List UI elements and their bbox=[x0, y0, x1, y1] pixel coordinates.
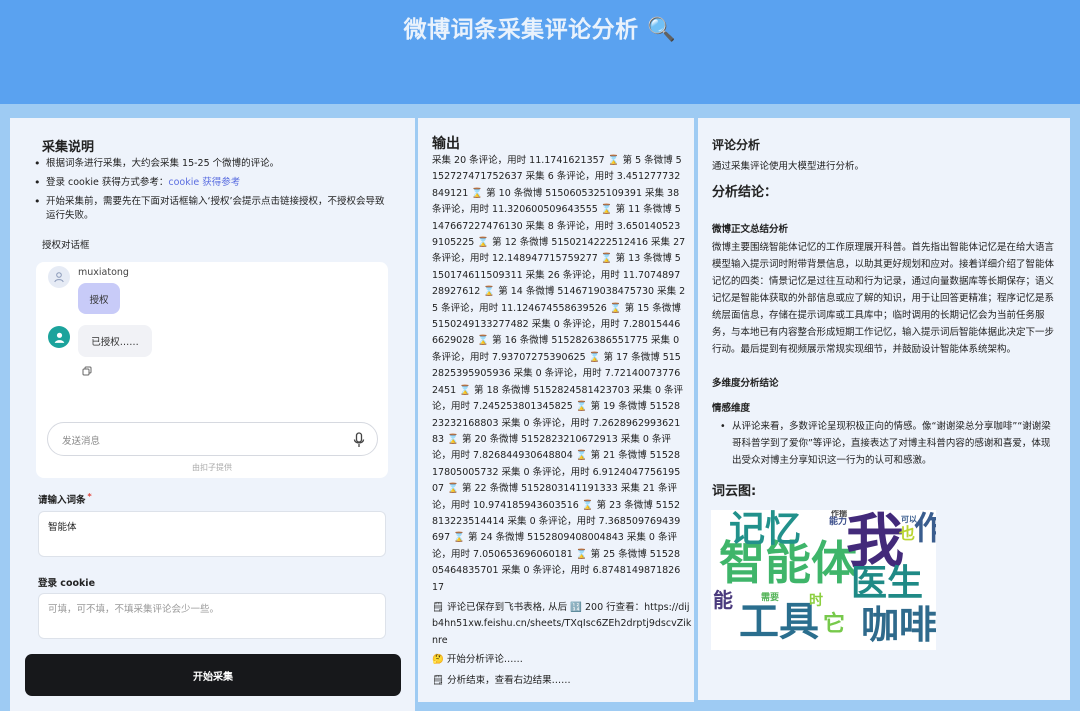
analyzing-line: 🤔 开始分析评论…… bbox=[432, 654, 523, 665]
header-bar: 微博词条采集评论分析 🔍 bbox=[0, 0, 1080, 104]
wordcloud-word: 可以 bbox=[901, 515, 917, 524]
powered-by-label: 由扣子提供 bbox=[192, 463, 232, 472]
cookie-label: 登录 cookie bbox=[38, 578, 96, 589]
wordcloud-word: 医生 bbox=[851, 563, 924, 604]
instruction-item: 根据词条进行采集，大约会采集 15-25 个微博的评论。 bbox=[32, 157, 392, 171]
required-mark: * bbox=[87, 492, 92, 501]
message-input[interactable]: 发送消息 bbox=[47, 422, 378, 456]
bot-avatar bbox=[48, 326, 70, 348]
cookie-help-link[interactable]: cookie 获得参考 bbox=[168, 177, 240, 188]
wordcloud-word: 咖啡 bbox=[861, 603, 936, 647]
wordcloud-word: 能 bbox=[713, 588, 733, 612]
chat-user-name: muxiatong bbox=[78, 267, 129, 278]
multi-dimension-heading: 多维度分析结论 bbox=[712, 378, 779, 389]
summary-text: 微博主要围绕智能体记忆的工作原理展开科普。首先指出智能体记忆是在给大语言模型输入… bbox=[712, 242, 1055, 355]
auth-dialog-label: 授权对话框 bbox=[42, 240, 90, 251]
user-message-bubble: 授权 bbox=[78, 283, 120, 314]
instructions-list: 根据词条进行采集，大约会采集 15-25 个微博的评论。 登录 cookie 获… bbox=[32, 157, 392, 228]
instructions-title: 采集说明 bbox=[42, 140, 95, 155]
wordcloud-word: 时 bbox=[809, 593, 823, 609]
emotion-heading: 情感维度 bbox=[712, 403, 751, 414]
output-log: 采集 20 条评论，用时 11.1741621357 ⌛ 第 5 条微博 515… bbox=[432, 155, 688, 593]
bot-user-icon bbox=[54, 332, 64, 343]
analysis-subtitle: 通过采集评论使用大模型进行分析。 bbox=[712, 161, 865, 172]
wordcloud-word: 我 bbox=[846, 510, 905, 575]
instruction-item: 登录 cookie 获得方式参考：cookie 获得参考 bbox=[32, 176, 392, 190]
keyword-input[interactable]: 智能体 bbox=[38, 511, 386, 557]
output-log-scroll[interactable]: 采集 20 条评论，用时 11.1741621357 ⌛ 第 5 条微博 515… bbox=[430, 150, 688, 595]
copy-icon[interactable] bbox=[82, 366, 92, 376]
cookie-input[interactable]: 可填，可不填，不填采集评论会少一些。 bbox=[38, 593, 386, 639]
conclusion-heading: 分析结论： bbox=[712, 185, 778, 200]
keyword-label: 请输入词条 * bbox=[38, 492, 92, 506]
wordcloud-word: 需要 bbox=[761, 593, 780, 603]
user-avatar bbox=[48, 266, 70, 288]
analysis-title: 评论分析 bbox=[712, 138, 761, 152]
message-input-placeholder: 发送消息 bbox=[62, 436, 101, 447]
wordcloud-word: 作揣 bbox=[831, 510, 847, 518]
done-line: 🗒 分析结束，查看右边结果…… bbox=[432, 675, 571, 686]
user-icon bbox=[54, 272, 64, 283]
emotion-text: 从评论来看，多数评论呈现积极正向的情感。像“谢谢梁总分享咖啡”“谢谢梁哥科普学到… bbox=[718, 418, 1056, 469]
wordcloud-word: 工具 bbox=[739, 599, 819, 645]
wordcloud-word: 作 bbox=[914, 510, 936, 547]
wordcloud-image: 智能体 我 记忆 工具 咖啡 医生 也 它 能力 作 作揣 可以 需要 时 能 bbox=[711, 510, 936, 650]
wordcloud-word: 它 bbox=[823, 612, 846, 637]
microphone-icon[interactable] bbox=[353, 432, 365, 448]
summary-heading: 微博正文总结分析 bbox=[712, 224, 789, 235]
wordcloud-word: 也 bbox=[899, 524, 916, 543]
bot-message-bubble: 已授权…… bbox=[78, 325, 152, 357]
instruction-item: 开始采集前，需要先在下面对话框输入‘授权’会提示点击链接授权，不授权会导致运行失… bbox=[32, 195, 392, 223]
saved-line: 🗒 评论已保存到飞书表格, 从后 🔢 200 行查看：https://dijb4… bbox=[432, 602, 692, 646]
wordcloud-word: 记忆 bbox=[729, 510, 802, 550]
page-title: 微博词条采集评论分析 🔍 bbox=[403, 17, 677, 43]
start-collect-button[interactable]: 开始采集 bbox=[25, 654, 401, 696]
wordcloud-heading: 词云图: bbox=[712, 484, 757, 499]
wordcloud-word: 能力 bbox=[829, 517, 848, 527]
